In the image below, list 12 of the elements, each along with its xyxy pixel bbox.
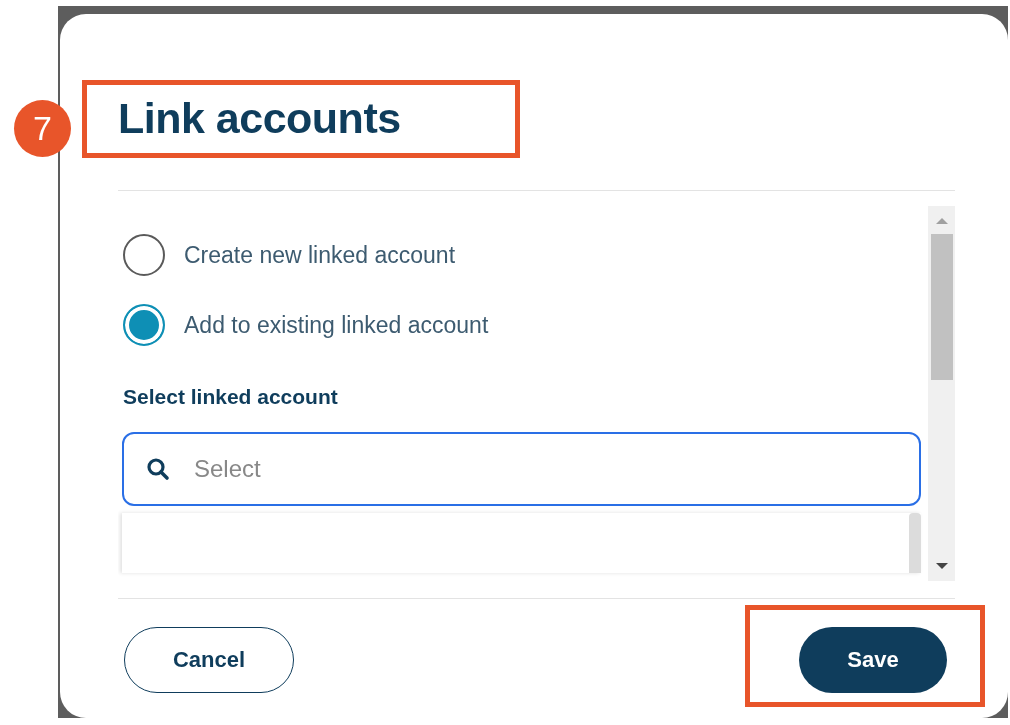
radio-button[interactable] [123,234,165,276]
dialog-title: Link accounts [118,93,401,144]
option-label[interactable]: Add to existing linked account [184,311,489,339]
step-badge: 7 [14,100,71,157]
option-label[interactable]: Create new linked account [184,241,456,269]
save-button[interactable]: Save [799,627,947,693]
field-label: Select linked account [123,384,339,410]
cancel-button[interactable]: Cancel [124,627,294,693]
search-field[interactable]: Select [122,432,921,506]
scrollbar[interactable] [909,513,921,573]
scrollbar[interactable] [928,206,955,581]
radio-button[interactable] [123,304,165,346]
